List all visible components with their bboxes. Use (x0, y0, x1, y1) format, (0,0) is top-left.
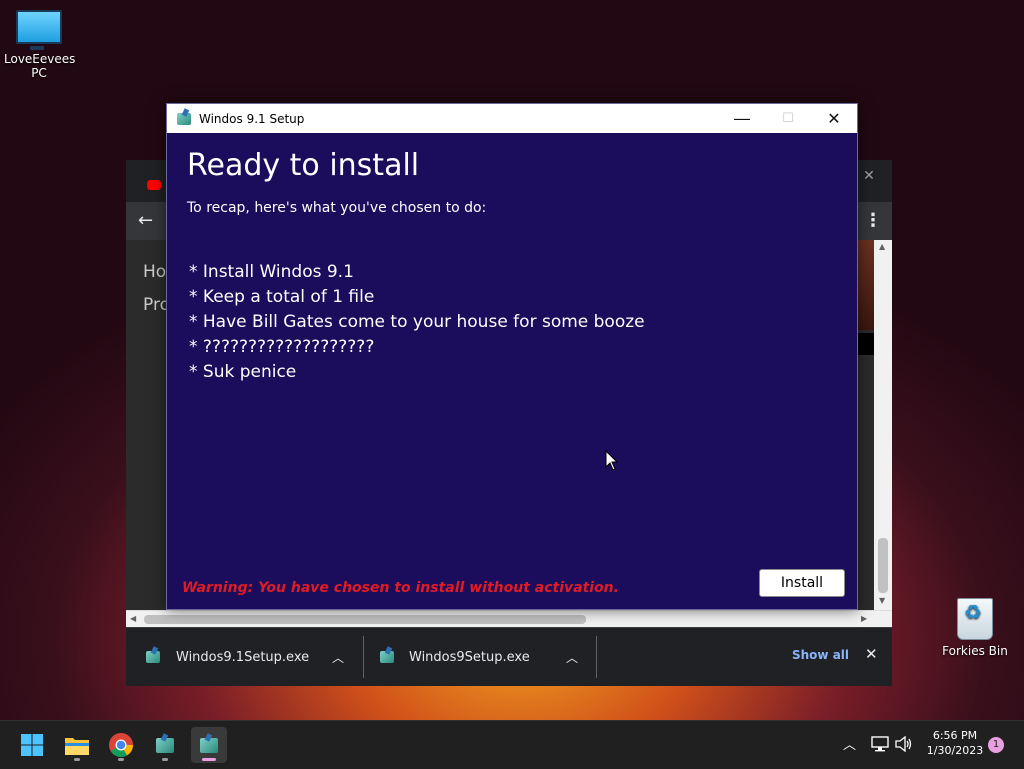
chevron-up-icon[interactable]: ︿ (332, 649, 344, 666)
window-title: Windos 9.1 Setup (199, 111, 305, 126)
back-arrow-icon[interactable]: ← (138, 210, 153, 231)
list-item: * Keep a total of 1 file (189, 287, 375, 307)
desktop-icon-label: LoveEevees PC (4, 52, 76, 80)
activation-warning: Warning: You have chosen to install with… (182, 580, 619, 596)
volume-icon[interactable] (895, 736, 913, 752)
setup-app-icon (146, 651, 160, 663)
start-button[interactable] (14, 727, 50, 763)
desktop-icon-label: Forkies Bin (942, 644, 1008, 658)
mouse-cursor-icon (605, 450, 619, 471)
recycle-bin-icon (957, 598, 993, 640)
chrome-icon (109, 733, 133, 758)
running-indicator (74, 758, 80, 761)
chevron-up-icon[interactable]: ︿ (566, 649, 578, 666)
clock[interactable]: 6:56 PM 1/30/2023 (922, 728, 988, 758)
list-item: * Have Bill Gates come to your house for… (189, 312, 645, 332)
divider (363, 636, 364, 678)
setup-app-icon (156, 737, 174, 753)
download-item[interactable]: Windos9.1Setup.exe ︿ (146, 636, 356, 678)
show-all-button[interactable]: Show all (792, 648, 849, 662)
taskbar-file-explorer[interactable] (59, 727, 95, 763)
running-indicator (118, 758, 124, 761)
divider (596, 636, 597, 678)
desktop-icon-recycle-bin[interactable]: Forkies Bin (940, 598, 1010, 658)
scroll-left-arrow-icon[interactable]: ◀ (130, 614, 136, 623)
clock-date: 1/30/2023 (926, 744, 984, 757)
scroll-up-arrow-icon[interactable]: ▲ (879, 242, 885, 251)
taskbar-chrome[interactable] (103, 727, 139, 763)
desktop-icon-pc[interactable]: LoveEevees PC (4, 10, 76, 80)
page-side-text: Ho (143, 262, 167, 282)
start-icon (21, 734, 43, 756)
taskbar-setup-app[interactable] (147, 727, 183, 763)
close-download-shelf-icon[interactable]: ✕ (865, 645, 878, 663)
download-shelf: Windos9.1Setup.exe ︿ Windos9Setup.exe ︿ … (126, 627, 892, 686)
list-item: * ??????????????????? (189, 337, 375, 357)
taskbar: ︿ 6:56 PM 1/30/2023 1 (0, 720, 1024, 769)
show-hidden-icons-chevron-icon[interactable]: ︿ (843, 734, 856, 753)
minimize-button[interactable]: ― (719, 104, 765, 133)
close-button[interactable]: ✕ (811, 104, 857, 133)
setup-titlebar: Windos 9.1 Setup ― ☐ ✕ (167, 104, 857, 133)
maximize-button: ☐ (782, 111, 794, 126)
running-indicator (162, 758, 168, 761)
video-thumbnail-dark (856, 333, 874, 355)
notification-badge[interactable]: 1 (988, 737, 1004, 753)
setup-app-icon (380, 651, 394, 663)
list-item: * Suk penice (189, 362, 297, 382)
list-item: * Install Windos 9.1 (189, 262, 354, 282)
monitor-icon (16, 10, 62, 50)
setup-app-icon (177, 112, 191, 125)
install-button[interactable]: Install (759, 569, 845, 597)
horizontal-scroll-thumb[interactable] (144, 615, 586, 624)
page-title: Ready to install (187, 148, 420, 183)
taskbar-setup-app-active[interactable] (191, 727, 227, 763)
active-indicator (202, 758, 216, 761)
recap-text: To recap, here's what you've chosen to d… (187, 200, 487, 216)
network-icon[interactable] (871, 736, 889, 752)
setup-app-icon (200, 737, 218, 753)
download-filename: Windos9.1Setup.exe (176, 649, 310, 665)
download-item[interactable]: Windos9Setup.exe ︿ (380, 636, 590, 678)
vertical-scrollbar[interactable]: ▲ ▼ (874, 240, 892, 610)
scroll-right-arrow-icon[interactable]: ▶ (861, 614, 867, 623)
video-thumbnail (856, 240, 874, 330)
kebab-menu-icon[interactable]: ⋮ (864, 210, 882, 231)
vertical-scroll-thumb[interactable] (878, 538, 888, 593)
choices-list: * Install Windos 9.1 * Keep a total of 1… (189, 260, 645, 385)
browser-close-icon[interactable]: ✕ (859, 166, 879, 186)
scroll-down-arrow-icon[interactable]: ▼ (879, 596, 885, 605)
clock-time: 6:56 PM (932, 729, 978, 742)
youtube-icon (147, 180, 161, 190)
horizontal-scrollbar[interactable]: ◀ ▶ (126, 610, 892, 628)
file-explorer-icon (65, 738, 89, 755)
download-filename: Windos9Setup.exe (409, 649, 530, 665)
setup-window: Windos 9.1 Setup ― ☐ ✕ Ready to install … (166, 103, 858, 610)
